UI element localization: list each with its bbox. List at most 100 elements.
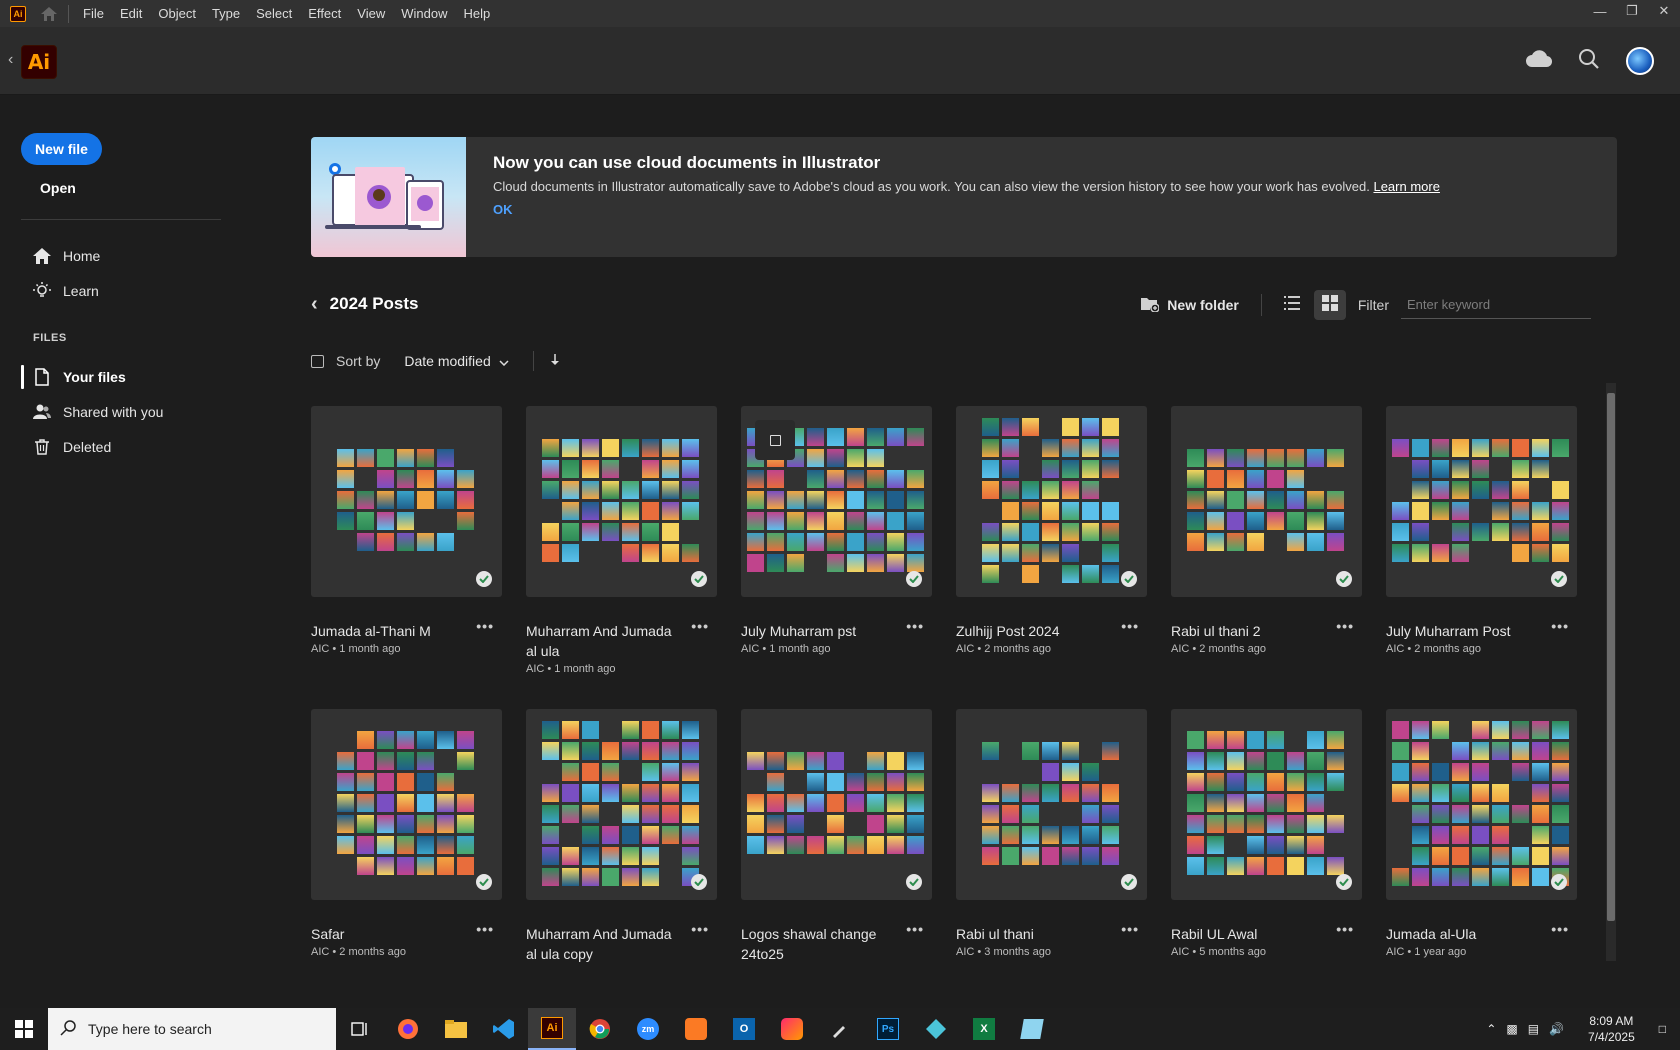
more-options-icon[interactable]: ••• (1121, 618, 1139, 634)
file-thumbnail[interactable] (741, 709, 932, 900)
more-options-icon[interactable]: ••• (476, 618, 494, 634)
firefox-icon[interactable] (384, 1008, 432, 1050)
more-options-icon[interactable]: ••• (476, 921, 494, 937)
app-cube-icon[interactable] (912, 1008, 960, 1050)
task-view-icon[interactable] (336, 1008, 384, 1050)
new-file-button[interactable]: New file (21, 133, 102, 165)
file-thumbnail[interactable] (526, 709, 717, 900)
file-thumbnail[interactable] (1386, 406, 1577, 597)
file-card[interactable]: Rabil UL Awal AIC • 5 months ago ••• (1171, 709, 1362, 958)
menu-view[interactable]: View (349, 0, 393, 27)
menu-help[interactable]: Help (455, 0, 498, 27)
xampp-icon[interactable] (672, 1008, 720, 1050)
file-thumbnail[interactable] (956, 709, 1147, 900)
creative-cloud-icon[interactable] (768, 1008, 816, 1050)
sort-dropdown[interactable]: Date modified (404, 353, 509, 369)
search-icon[interactable] (1578, 48, 1600, 75)
grid-view-button[interactable] (1313, 290, 1346, 320)
back-chevron-icon[interactable]: ‹ (311, 294, 318, 314)
more-options-icon[interactable]: ••• (1551, 618, 1569, 634)
learn-more-link[interactable]: Learn more (1373, 179, 1439, 194)
select-all-checkbox[interactable] (311, 354, 324, 368)
file-thumbnail[interactable] (1171, 709, 1362, 900)
illustrator-taskbar-icon[interactable]: Ai (528, 1008, 576, 1050)
vscode-icon[interactable] (480, 1008, 528, 1050)
zoom-icon[interactable]: zm (624, 1008, 672, 1050)
more-options-icon[interactable]: ••• (906, 618, 924, 634)
file-card[interactable]: Rabi ul thani AIC • 3 months ago ••• (956, 709, 1147, 958)
menu-file[interactable]: File (75, 0, 112, 27)
file-thumbnail[interactable] (956, 406, 1147, 597)
file-card[interactable]: Rabi ul thani 2 AIC • 2 months ago ••• (1171, 406, 1362, 655)
sidebar-item-your-files[interactable]: Your files (33, 365, 126, 389)
menu-object[interactable]: Object (150, 0, 204, 27)
file-thumbnail[interactable] (311, 709, 502, 900)
sidebar-item-shared[interactable]: Shared with you (33, 400, 163, 424)
more-options-icon[interactable]: ••• (1336, 921, 1354, 937)
minimize-icon[interactable]: — (1584, 0, 1616, 22)
restore-icon[interactable]: ❐ (1616, 0, 1648, 22)
more-options-icon[interactable]: ••• (1121, 921, 1139, 937)
file-card[interactable]: July Muharram pst AIC • 1 month ago ••• (741, 406, 932, 655)
outlook-icon[interactable]: O (720, 1008, 768, 1050)
clock[interactable]: 8:09 AM 7/4/2025 (1588, 1013, 1635, 1045)
file-card[interactable]: Safar AIC • 2 months ago ••• (311, 709, 502, 958)
network-icon[interactable]: ▩ (1506, 1022, 1517, 1036)
notepad-icon[interactable] (1008, 1008, 1056, 1050)
thumbnail-tile (1021, 825, 1039, 844)
more-options-icon[interactable]: ••• (1551, 921, 1569, 937)
file-explorer-icon[interactable] (432, 1008, 480, 1050)
scrollbar-thumb[interactable] (1607, 393, 1615, 921)
synced-check-icon (1551, 874, 1567, 890)
taskbar-search[interactable]: Type here to search (48, 1008, 336, 1050)
select-checkbox[interactable] (755, 420, 795, 460)
chevron-up-icon[interactable]: ⌃ (1486, 1022, 1496, 1036)
back-chevron-icon[interactable]: ‹ (8, 51, 13, 69)
sidebar-item-deleted[interactable]: Deleted (33, 435, 111, 459)
banner-ok-button[interactable]: OK (493, 202, 513, 217)
home-icon[interactable] (38, 3, 60, 25)
scrollbar[interactable] (1606, 383, 1616, 961)
wifi-icon[interactable]: ▤ (1528, 1022, 1539, 1036)
file-thumbnail[interactable] (311, 406, 502, 597)
cloud-icon[interactable] (1526, 49, 1553, 73)
file-card[interactable]: Muharram And Jumada al ula copy ••• (526, 709, 717, 966)
illustrator-app-icon[interactable]: Ai (10, 5, 26, 22)
pen-tool-icon[interactable] (816, 1008, 864, 1050)
close-icon[interactable]: ✕ (1648, 0, 1680, 22)
file-card[interactable]: July Muharram Post AIC • 2 months ago ••… (1386, 406, 1577, 655)
file-card[interactable]: Jumada al-Ula AIC • 1 year ago ••• (1386, 709, 1577, 958)
file-thumbnail[interactable] (1171, 406, 1362, 597)
sidebar-item-learn[interactable]: Learn (33, 279, 99, 303)
file-thumbnail[interactable] (1386, 709, 1577, 900)
more-options-icon[interactable]: ••• (1336, 618, 1354, 634)
menu-window[interactable]: Window (393, 0, 455, 27)
windows-start-icon[interactable] (0, 1008, 48, 1050)
photoshop-icon[interactable]: Ps (864, 1008, 912, 1050)
file-card[interactable]: Muharram And Jumada al ula AIC • 1 month… (526, 406, 717, 675)
menu-select[interactable]: Select (248, 0, 300, 27)
file-card[interactable]: Jumada al-Thani M AIC • 1 month ago ••• (311, 406, 502, 655)
file-card[interactable]: Zulhijj Post 2024 AIC • 2 months ago ••• (956, 406, 1147, 655)
volume-icon[interactable]: 🔊 (1549, 1022, 1564, 1036)
chrome-icon[interactable] (576, 1008, 624, 1050)
more-options-icon[interactable]: ••• (691, 921, 709, 937)
menu-effect[interactable]: Effect (300, 0, 349, 27)
file-thumbnail[interactable] (526, 406, 717, 597)
avatar[interactable] (1626, 47, 1654, 75)
filter-input[interactable] (1401, 291, 1591, 319)
sort-direction-arrow-icon[interactable] (550, 353, 560, 369)
open-button[interactable]: Open (40, 180, 76, 196)
menu-edit[interactable]: Edit (112, 0, 150, 27)
more-options-icon[interactable]: ••• (906, 921, 924, 937)
new-folder-button[interactable]: New folder (1141, 296, 1239, 315)
more-options-icon[interactable]: ••• (691, 618, 709, 634)
sidebar-item-home[interactable]: Home (33, 244, 100, 268)
menu-type[interactable]: Type (204, 0, 248, 27)
file-card[interactable]: Logos shawal change 24to25 ••• (741, 709, 932, 966)
notifications-icon[interactable]: □ (1659, 1022, 1666, 1036)
illustrator-logo[interactable]: Ai (21, 45, 57, 79)
list-view-button[interactable] (1276, 290, 1308, 320)
excel-icon[interactable]: X (960, 1008, 1008, 1050)
file-thumbnail[interactable] (741, 406, 932, 597)
